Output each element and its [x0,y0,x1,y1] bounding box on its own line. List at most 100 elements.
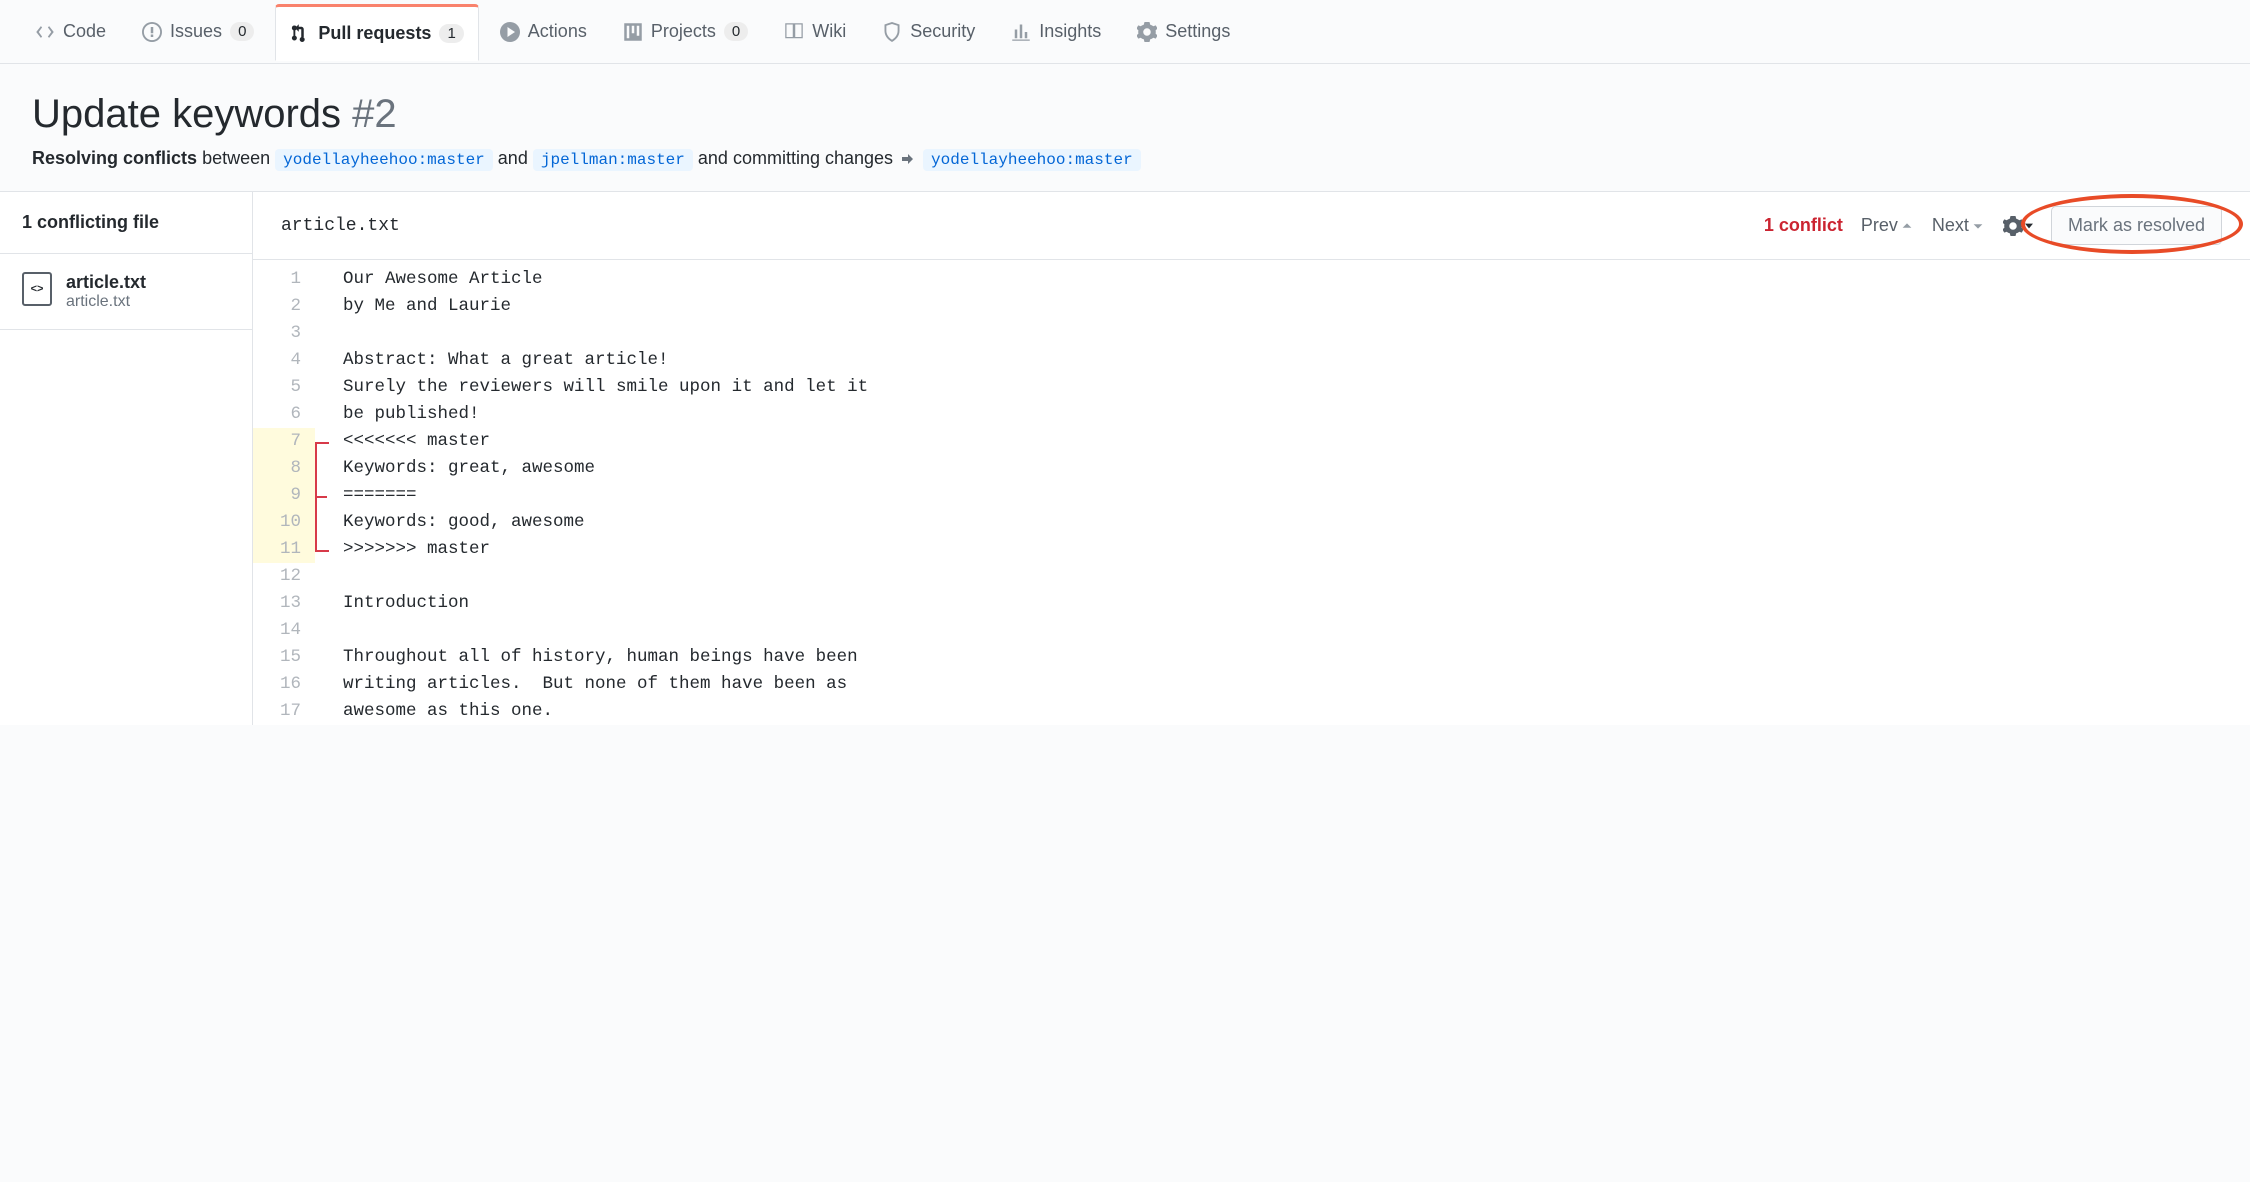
pr-title: Update keywords #2 [32,92,2218,136]
line-number: 1 [253,266,315,293]
conflict-bracket-bottom [315,550,329,552]
file-name: article.txt [66,272,146,293]
caret-down-icon [2025,223,2033,229]
code-line[interactable]: 13Introduction [253,590,2250,617]
conflict-file-item[interactable]: <> article.txt article.txt [0,254,252,330]
gutter-marker [315,401,341,428]
tab-settings-label: Settings [1165,21,1230,42]
pr-number: #2 [352,92,397,136]
code-line[interactable]: 10Keywords: good, awesome [253,509,2250,536]
project-icon [623,22,643,42]
file-path: article.txt [66,293,146,311]
tab-security[interactable]: Security [867,4,990,59]
tab-insights[interactable]: Insights [996,4,1116,59]
code-line[interactable]: 11>>>>>>> master [253,536,2250,563]
gutter-marker [315,563,341,590]
conflict-bracket-top [315,442,329,444]
sidebar-header: 1 conflicting file [0,192,252,254]
line-number: 9 [253,482,315,509]
tab-pulls-label: Pull requests [318,23,431,44]
tab-actions[interactable]: Actions [485,4,602,59]
code-text: Surely the reviewers will smile upon it … [341,374,868,401]
repo-tabs: Code Issues 0 Pull requests 1 Actions Pr… [0,0,2250,64]
book-icon [784,22,804,42]
line-number: 4 [253,347,315,374]
editor-settings-button[interactable] [2003,216,2033,236]
gutter-marker [315,590,341,617]
target-branch-label[interactable]: yodellayheehoo:master [923,149,1141,171]
code-line[interactable]: 14 [253,617,2250,644]
line-number: 3 [253,320,315,347]
gutter-marker [315,320,341,347]
tab-projects[interactable]: Projects 0 [608,4,763,59]
code-line[interactable]: 1Our Awesome Article [253,266,2250,293]
shield-icon [882,22,902,42]
code-line[interactable]: 6be published! [253,401,2250,428]
file-diff-icon: <> [22,272,52,306]
code-line[interactable]: 9 ======= [253,482,2250,509]
code-text: Keywords: good, awesome [341,509,585,536]
tab-issues[interactable]: Issues 0 [127,4,269,59]
gutter-marker [315,347,341,374]
line-number: 7 [253,428,315,455]
code-text: by Me and Laurie [341,293,511,320]
line-number: 13 [253,590,315,617]
issues-count: 0 [230,22,254,41]
next-conflict-button[interactable]: Next [1932,215,1985,236]
tab-pulls[interactable]: Pull requests 1 [275,4,478,61]
code-text: awesome as this one. [341,698,553,725]
arrow-right-icon [900,151,916,167]
line-number: 17 [253,698,315,725]
code-editor[interactable]: 1Our Awesome Article2 by Me and Laurie 34A… [253,260,2250,725]
code-line[interactable]: 2 by Me and Laurie [253,293,2250,320]
code-line[interactable]: 3 [253,320,2250,347]
line-number: 6 [253,401,315,428]
code-line[interactable]: 17 awesome as this one. [253,698,2250,725]
tab-projects-label: Projects [651,21,716,42]
chevron-up-icon [1900,219,1914,233]
tab-code[interactable]: Code [20,4,121,59]
prev-conflict-button[interactable]: Prev [1861,215,1914,236]
code-text [341,320,343,347]
code-line[interactable]: 12 [253,563,2250,590]
code-text: ======= [341,482,417,509]
mark-as-resolved-button[interactable]: Mark as resolved [2051,206,2222,245]
code-line[interactable]: 5Surely the reviewers will smile upon it… [253,374,2250,401]
gutter-marker [315,671,341,698]
code-line[interactable]: 15Throughout all of history, human being… [253,644,2250,671]
code-line[interactable]: 4Abstract: What a great article! [253,347,2250,374]
line-number: 11 [253,536,315,563]
chevron-down-icon [1971,219,1985,233]
code-line[interactable]: 16writing articles. But none of them hav… [253,671,2250,698]
code-line[interactable]: 8Keywords: great, awesome [253,455,2250,482]
line-number: 15 [253,644,315,671]
tab-wiki[interactable]: Wiki [769,4,861,59]
issue-icon [142,22,162,42]
gutter-marker [315,644,341,671]
gutter-marker [315,698,341,725]
gutter-marker [315,293,341,320]
tab-security-label: Security [910,21,975,42]
gutter-marker [315,617,341,644]
code-line[interactable]: 7<<<<<<< master [253,428,2250,455]
gutter-marker [315,266,341,293]
tab-settings[interactable]: Settings [1122,4,1245,59]
code-text [341,617,343,644]
tab-actions-label: Actions [528,21,587,42]
conflict-count: 1 conflict [1764,215,1843,236]
code-icon [35,22,55,42]
line-number: 2 [253,293,315,320]
head-branch-label[interactable]: jpellman:master [533,149,693,171]
graph-icon [1011,22,1031,42]
tab-code-label: Code [63,21,106,42]
pr-header: Update keywords #2 Resolving conflicts b… [0,64,2250,192]
gutter-marker [315,374,341,401]
line-number: 14 [253,617,315,644]
editor-filename: article.txt [281,216,1746,236]
tab-issues-label: Issues [170,21,222,42]
line-number: 16 [253,671,315,698]
line-number: 8 [253,455,315,482]
tab-wiki-label: Wiki [812,21,846,42]
pr-subtitle: Resolving conflicts between yodellayheeh… [32,148,2218,169]
base-branch-label[interactable]: yodellayheehoo:master [275,149,493,171]
